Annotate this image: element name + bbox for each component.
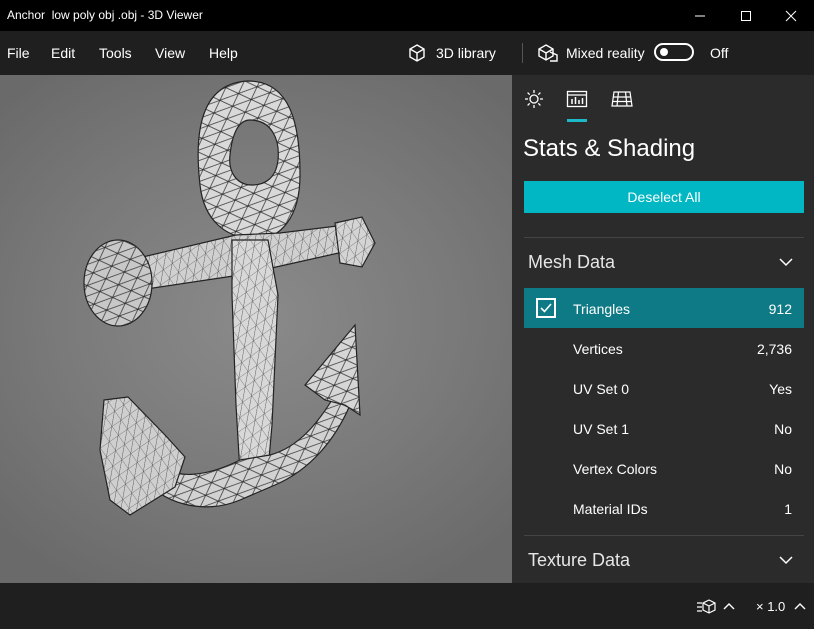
chevron-up-icon[interactable] — [722, 601, 736, 611]
table-row: Material IDs 1 — [524, 488, 804, 528]
chevron-down-icon[interactable] — [778, 256, 794, 268]
3d-library-button[interactable]: 3D library — [407, 43, 496, 63]
row-value: 912 — [768, 301, 792, 317]
mesh-data-header[interactable]: Mesh Data — [528, 252, 615, 273]
table-row: UV Set 0 Yes — [524, 368, 804, 408]
table-row: UV Set 1 No — [524, 408, 804, 448]
row-value: No — [774, 421, 792, 437]
mixed-reality-button[interactable]: Mixed reality — [538, 43, 645, 63]
triangles-checkbox[interactable] — [536, 298, 556, 318]
deselect-all-button[interactable]: Deselect All — [524, 181, 804, 213]
window-title: Anchor low poly obj .obj - 3D Viewer — [7, 8, 203, 22]
mixed-reality-icon — [538, 44, 558, 62]
checkmark-icon — [540, 303, 552, 313]
row-value: 1 — [784, 501, 792, 517]
row-value: 2,736 — [756, 341, 792, 357]
menu-bar: File Edit Tools View Help 3D library Mix… — [0, 31, 814, 75]
menu-help[interactable]: Help — [209, 45, 238, 61]
3d-library-label: 3D library — [436, 45, 496, 61]
tab-stats-shading[interactable] — [565, 87, 589, 111]
table-row[interactable]: Triangles 912 — [524, 288, 804, 328]
menu-view[interactable]: View — [155, 45, 185, 61]
row-label: Vertex Colors — [573, 461, 658, 477]
divider — [524, 237, 804, 238]
toggle-state-label: Off — [710, 45, 729, 61]
mixed-reality-toggle[interactable] — [654, 43, 694, 61]
maximize-icon — [741, 10, 751, 21]
toggle-knob — [660, 48, 668, 56]
minimize-icon — [695, 15, 705, 16]
environment-icon[interactable] — [696, 599, 716, 615]
row-label: Vertices — [573, 341, 623, 357]
texture-data-header[interactable]: Texture Data — [528, 550, 630, 571]
toolbar-separator — [522, 43, 523, 63]
minimize-button[interactable] — [677, 0, 723, 31]
tab-lighting[interactable] — [522, 87, 546, 111]
maximize-button[interactable] — [723, 0, 769, 31]
stats-icon — [566, 90, 588, 108]
close-icon — [785, 10, 797, 21]
zoom-level: × 1.0 — [756, 599, 786, 614]
menu-edit[interactable]: Edit — [51, 45, 75, 61]
row-value: Yes — [769, 381, 792, 397]
chevron-down-icon[interactable] — [778, 554, 794, 566]
row-label: Material IDs — [573, 501, 648, 517]
menu-tools[interactable]: Tools — [99, 45, 132, 61]
3d-viewport[interactable] — [0, 75, 512, 583]
anchor-model[interactable] — [0, 75, 512, 583]
table-row: Vertex Colors No — [524, 448, 804, 488]
tab-grid[interactable] — [610, 87, 634, 111]
panel-title: Stats & Shading — [523, 135, 696, 162]
status-bar: × 1.0 — [0, 583, 814, 629]
mixed-reality-label: Mixed reality — [566, 45, 645, 61]
row-label: UV Set 1 — [573, 421, 630, 437]
row-value: No — [774, 461, 792, 477]
row-label: Triangles — [573, 301, 631, 317]
3d-library-icon — [409, 44, 425, 62]
active-tab-indicator — [567, 119, 587, 122]
sun-icon — [525, 90, 543, 108]
close-button[interactable] — [768, 0, 814, 31]
table-row: Vertices 2,736 — [524, 328, 804, 368]
chevron-up-icon[interactable] — [793, 601, 807, 611]
menu-file[interactable]: File — [7, 45, 30, 61]
grid-icon — [611, 91, 633, 107]
title-bar: Anchor low poly obj .obj - 3D Viewer — [0, 0, 814, 31]
divider — [524, 535, 804, 536]
row-label: UV Set 0 — [573, 381, 630, 397]
